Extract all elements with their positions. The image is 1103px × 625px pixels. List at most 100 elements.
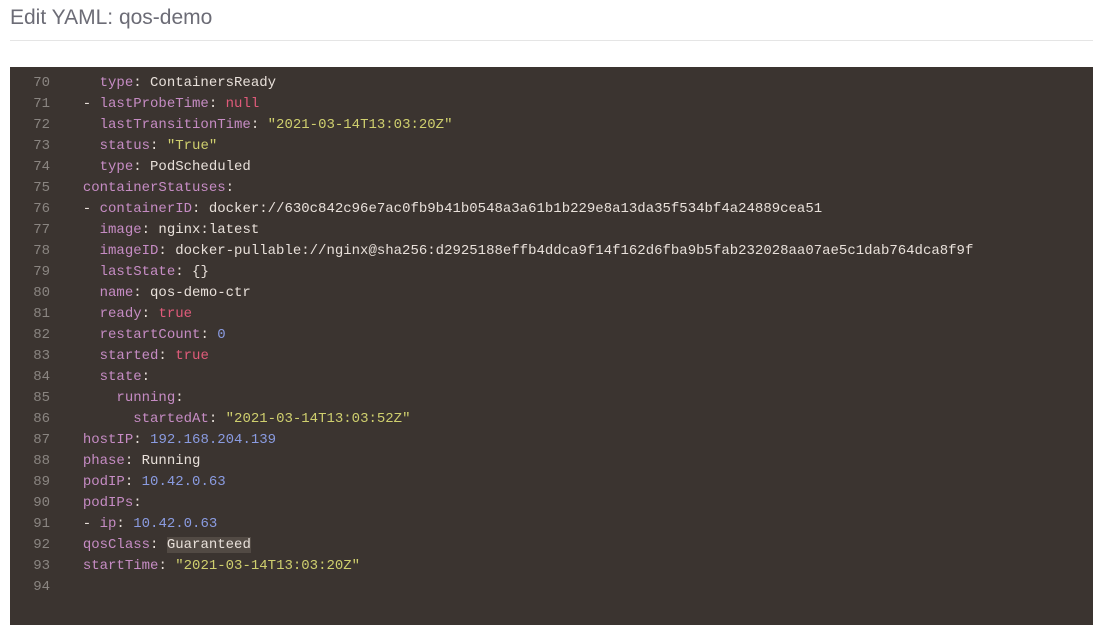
token-num: 0 <box>217 327 225 343</box>
yaml-editor-container: 69 status: "True" 70 type: ContainersRea… <box>10 67 1093 625</box>
line-content[interactable]: restartCount: 0 <box>58 325 1093 346</box>
line-content[interactable]: hostIP: 192.168.204.139 <box>58 430 1093 451</box>
token-punct <box>66 558 83 574</box>
code-line[interactable]: 75 containerStatuses: <box>10 178 1093 199</box>
line-content[interactable]: state: <box>58 367 1093 388</box>
line-number: 86 <box>10 409 58 430</box>
token-punct: : <box>158 348 175 364</box>
token-punct <box>66 306 100 322</box>
line-content[interactable]: started: true <box>58 346 1093 367</box>
code-line[interactable]: 79 lastState: {} <box>10 262 1093 283</box>
line-content[interactable]: name: qos-demo-ctr <box>58 283 1093 304</box>
token-key: ip <box>100 516 117 532</box>
code-line[interactable]: 84 state: <box>10 367 1093 388</box>
line-content[interactable] <box>58 577 1093 598</box>
code-line[interactable]: 74 type: PodScheduled <box>10 157 1093 178</box>
token-punct <box>66 285 100 301</box>
token-punct: : {} <box>175 264 209 280</box>
line-content[interactable]: qosClass: Guaranteed <box>58 535 1093 556</box>
token-key: status <box>100 138 150 154</box>
token-punct <box>66 222 100 238</box>
token-key: startedAt <box>133 411 209 427</box>
token-punct: : <box>209 411 226 427</box>
code-line[interactable]: 80 name: qos-demo-ctr <box>10 283 1093 304</box>
line-content[interactable]: ready: true <box>58 304 1093 325</box>
line-content[interactable]: - ip: 10.42.0.63 <box>58 514 1093 535</box>
line-number: 91 <box>10 514 58 535</box>
line-number: 78 <box>10 241 58 262</box>
line-content[interactable]: startTime: "2021-03-14T13:03:20Z" <box>58 556 1093 577</box>
token-punct <box>66 432 83 448</box>
token-str: "2021-03-14T13:03:20Z" <box>268 117 453 133</box>
code-line[interactable]: 78 imageID: docker-pullable://nginx@sha2… <box>10 241 1093 262</box>
token-punct <box>66 327 100 343</box>
code-line[interactable]: 71 - lastProbeTime: null <box>10 94 1093 115</box>
line-number: 94 <box>10 577 58 598</box>
code-line[interactable]: 83 started: true <box>10 346 1093 367</box>
code-line[interactable]: 76 - containerID: docker://630c842c96e7a… <box>10 199 1093 220</box>
token-punct <box>66 453 83 469</box>
line-number: 79 <box>10 262 58 283</box>
code-line[interactable]: 86 startedAt: "2021-03-14T13:03:52Z" <box>10 409 1093 430</box>
code-line[interactable]: 77 image: nginx:latest <box>10 220 1093 241</box>
line-content[interactable]: - containerID: docker://630c842c96e7ac0f… <box>58 199 1093 220</box>
token-ip: 192.168.204.139 <box>150 432 276 448</box>
code-line[interactable]: 72 lastTransitionTime: "2021-03-14T13:03… <box>10 115 1093 136</box>
token-key: podIPs <box>83 495 133 511</box>
token-kw: null <box>226 96 260 112</box>
token-punct: : <box>150 537 167 553</box>
token-kw: true <box>158 306 192 322</box>
code-line[interactable]: 88 phase: Running <box>10 451 1093 472</box>
line-number: 89 <box>10 472 58 493</box>
line-content[interactable]: image: nginx:latest <box>58 220 1093 241</box>
line-content[interactable]: - lastProbeTime: null <box>58 94 1093 115</box>
code-line[interactable]: 82 restartCount: 0 <box>10 325 1093 346</box>
code-line[interactable]: 93 startTime: "2021-03-14T13:03:20Z" <box>10 556 1093 577</box>
code-line[interactable]: 85 running: <box>10 388 1093 409</box>
token-punct: : <box>158 558 175 574</box>
line-content[interactable]: type: PodScheduled <box>58 157 1093 178</box>
code-line[interactable]: 91 - ip: 10.42.0.63 <box>10 514 1093 535</box>
line-number: 88 <box>10 451 58 472</box>
token-punct: : <box>133 432 150 448</box>
token-punct <box>66 369 100 385</box>
line-content[interactable]: imageID: docker-pullable://nginx@sha256:… <box>58 241 1093 262</box>
token-punct: : <box>142 369 150 385</box>
token-dash: - <box>66 96 100 112</box>
token-key: lastTransitionTime <box>100 117 251 133</box>
code-line[interactable]: 81 ready: true <box>10 304 1093 325</box>
line-number: 90 <box>10 493 58 514</box>
line-content[interactable]: startedAt: "2021-03-14T13:03:52Z" <box>58 409 1093 430</box>
code-line[interactable]: 89 podIP: 10.42.0.63 <box>10 472 1093 493</box>
yaml-editor[interactable]: 69 status: "True" 70 type: ContainersRea… <box>10 67 1093 625</box>
token-key: type <box>100 159 134 175</box>
token-punct: : <box>226 180 234 196</box>
code-line[interactable]: 87 hostIP: 192.168.204.139 <box>10 430 1093 451</box>
token-key: podIP <box>83 474 125 490</box>
code-line[interactable]: 92 qosClass: Guaranteed <box>10 535 1093 556</box>
line-number: 83 <box>10 346 58 367</box>
token-key: name <box>100 285 134 301</box>
code-line[interactable]: 94 <box>10 577 1093 598</box>
line-content[interactable]: status: "True" <box>58 136 1093 157</box>
line-content[interactable]: containerStatuses: <box>58 178 1093 199</box>
line-content[interactable]: podIP: 10.42.0.63 <box>58 472 1093 493</box>
token-key: running <box>116 390 175 406</box>
line-content[interactable]: running: <box>58 388 1093 409</box>
code-line[interactable]: 73 status: "True" <box>10 136 1093 157</box>
line-content[interactable]: podIPs: <box>58 493 1093 514</box>
token-key: hostIP <box>83 432 133 448</box>
line-content[interactable]: lastState: {} <box>58 262 1093 283</box>
line-content[interactable]: phase: Running <box>58 451 1093 472</box>
line-content[interactable]: lastTransitionTime: "2021-03-14T13:03:20… <box>58 115 1093 136</box>
token-dash: - <box>66 201 100 217</box>
token-key: phase <box>83 453 125 469</box>
token-punct <box>66 495 83 511</box>
token-punct: : <box>200 327 217 343</box>
line-number: 81 <box>10 304 58 325</box>
code-line[interactable]: 90 podIPs: <box>10 493 1093 514</box>
token-punct <box>66 180 83 196</box>
token-key: image <box>100 222 142 238</box>
line-number: 77 <box>10 220 58 241</box>
token-key: restartCount <box>100 327 201 343</box>
